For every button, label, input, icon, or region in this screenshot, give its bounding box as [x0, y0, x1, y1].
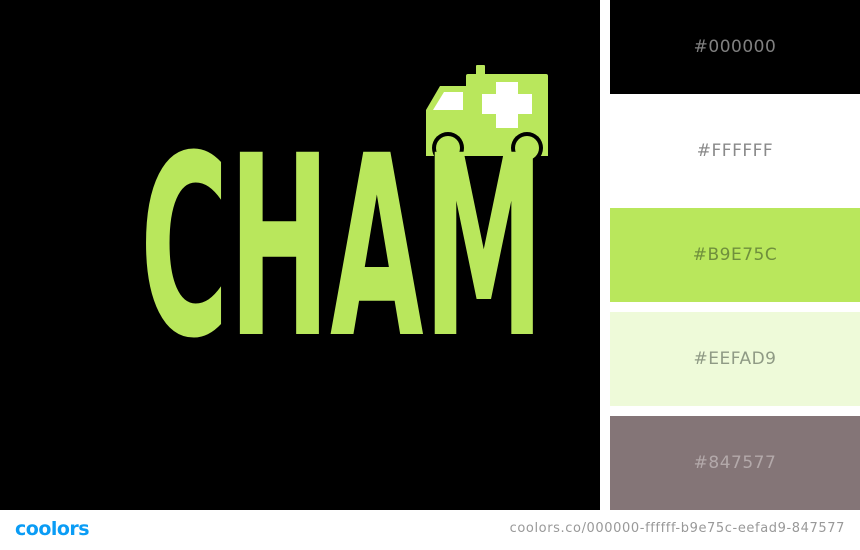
logo-wordmark: CHAM — [140, 102, 544, 393]
swatch-2[interactable]: #FFFFFF — [610, 104, 860, 198]
swatch-3-hex-label: #B9E75C — [692, 245, 778, 265]
swatch-5-hex-label: #847577 — [693, 453, 777, 473]
palette-url[interactable]: coolors.co/000000-ffffff-b9e75c-eefad9-8… — [510, 521, 845, 536]
footer: coolors coolors.co/000000-ffffff-b9e75c-… — [0, 510, 860, 550]
coolors-logo[interactable]: coolors — [15, 518, 90, 540]
swatch-3[interactable]: #B9E75C — [610, 208, 860, 302]
cham-logo: CHAM — [140, 65, 548, 393]
swatch-5[interactable]: #847577 — [610, 416, 860, 510]
swatch-4[interactable]: #EEFAD9 — [610, 312, 860, 406]
logo-artwork: CHAM — [0, 0, 600, 510]
swatch-4-hex-label: #EEFAD9 — [693, 349, 777, 369]
swatch-1-hex-label: #000000 — [693, 37, 777, 57]
swatch-1[interactable]: #000000 — [610, 0, 860, 94]
color-palette: #000000 #FFFFFF #B9E75C #EEFAD9 #847577 — [610, 0, 860, 510]
palette-card: CHAM #000000 #FFFFFF #B9E75C #EEFAD9 #84… — [0, 0, 860, 550]
swatch-2-hex-label: #FFFFFF — [696, 141, 774, 161]
